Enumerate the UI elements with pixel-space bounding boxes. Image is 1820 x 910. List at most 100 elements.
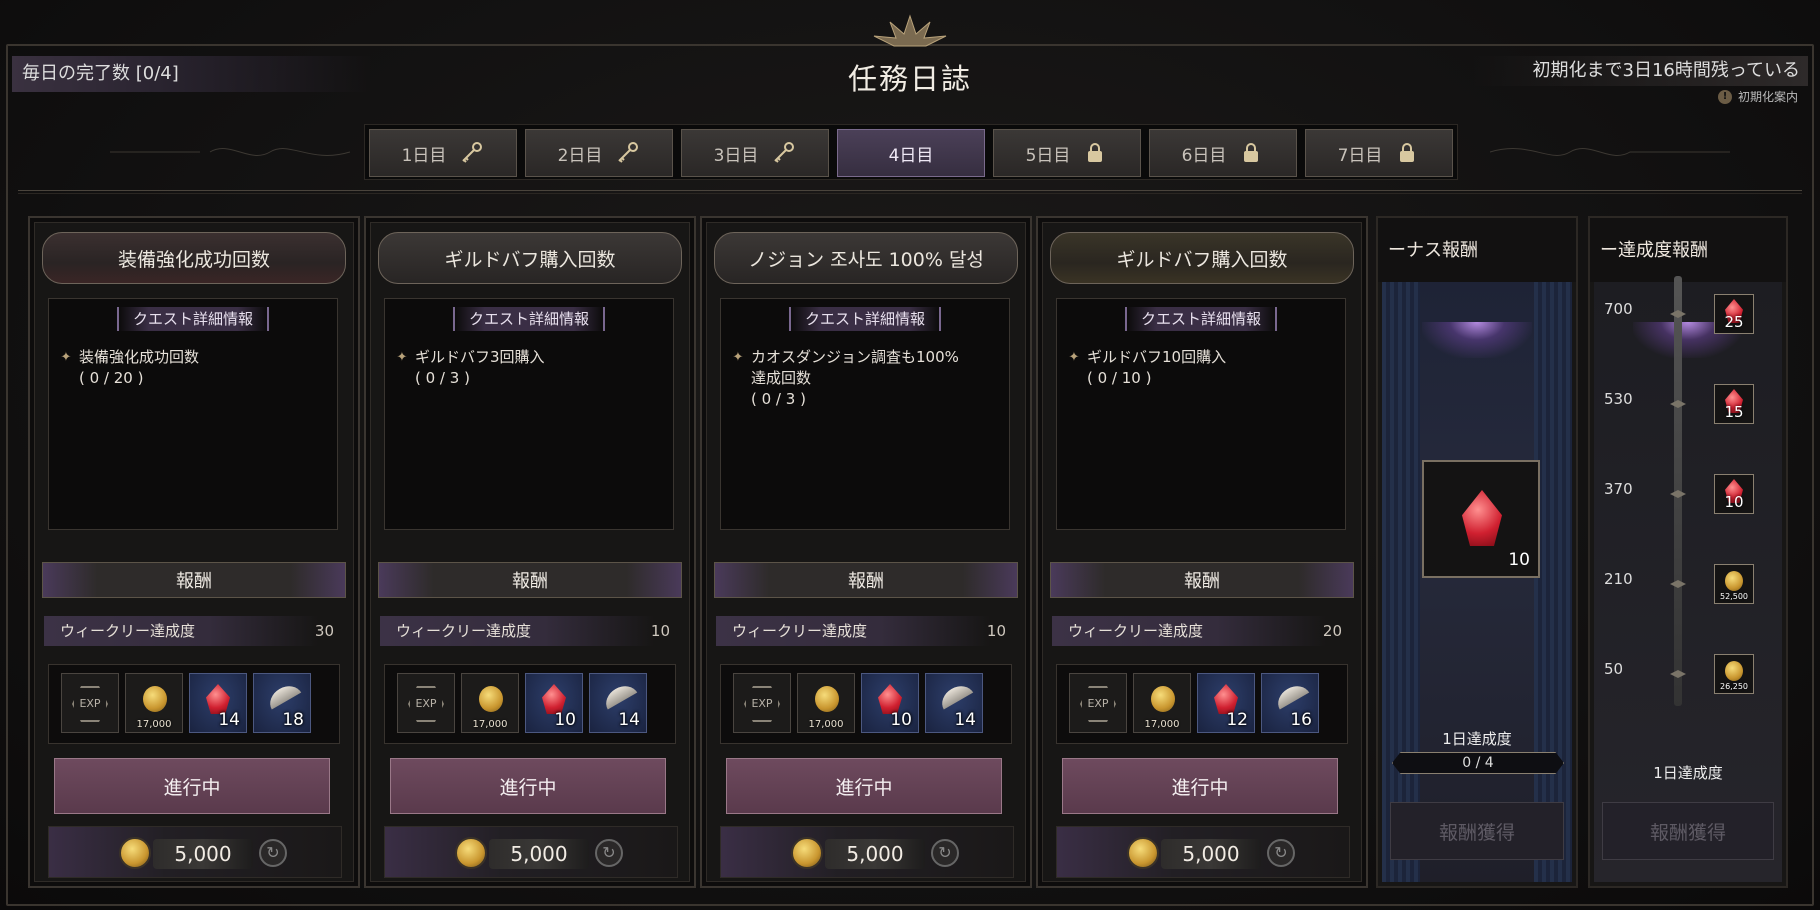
quest-detail-tag: クエスト詳細情報 xyxy=(1124,307,1278,331)
quest-detail-text: 装備強化成功回数 ( 0 / 20 ) xyxy=(79,348,200,387)
diamond-bullet-icon: ✦ xyxy=(60,350,72,365)
top-bar: 毎日の完了数 [0/4] 任務日誌 初期化まで3日16時間残っている ! 初期化… xyxy=(0,0,1820,112)
in-progress-button[interactable]: 進行中 xyxy=(1062,758,1338,814)
lock-icon xyxy=(1244,143,1259,162)
reward-item-gold[interactable]: 17,000 xyxy=(125,673,183,733)
refresh-icon[interactable]: ↻ xyxy=(1267,839,1295,867)
daily-achievement-label: 1日達成度 xyxy=(1653,764,1723,782)
diamond-bullet-icon: ✦ xyxy=(1068,350,1080,365)
weekly-achievement-value: 20 xyxy=(1322,622,1342,640)
tab-label: 3日目 xyxy=(713,145,759,166)
tab-day-5[interactable]: 5日目 xyxy=(993,129,1141,177)
quest-card-1: 装備強化成功回数 クエスト詳細情報 ✦ 装備強化成功回数 ( 0 / 20 ) 報… xyxy=(28,216,360,888)
reward-item-exp[interactable]: EXP xyxy=(733,673,791,733)
in-progress-button[interactable]: 進行中 xyxy=(54,758,330,814)
item-count: 26,250 xyxy=(1720,682,1748,691)
item-count: 52,500 xyxy=(1720,592,1748,601)
tab-label: 7日目 xyxy=(1337,145,1383,166)
tab-day-7[interactable]: 7日目 xyxy=(1305,129,1453,177)
bonus-reward-title: ーナス報酬 xyxy=(1378,218,1576,282)
quest-card-4: ギルドバフ購入回数 クエスト詳細情報 ✦ ギルドバフ10回購入 ( 0 / 10 … xyxy=(1036,216,1368,888)
bonus-reward-item[interactable]: 10 xyxy=(1422,460,1540,578)
exp-icon: EXP xyxy=(744,686,780,722)
scale-notch xyxy=(1670,670,1686,678)
daily-achievement-progress: 0 / 4 xyxy=(1392,752,1564,774)
item-count: 17,000 xyxy=(808,719,844,730)
reward-item-feather[interactable]: 18 xyxy=(253,673,311,733)
gold-coin-icon xyxy=(791,837,823,869)
reward-items: EXP 17,000 10 14 xyxy=(384,664,676,744)
reward-items: EXP 17,000 10 14 xyxy=(720,664,1012,744)
milestone-reward[interactable]: 25 xyxy=(1714,294,1754,334)
in-progress-button[interactable]: 進行中 xyxy=(726,758,1002,814)
purple-glow xyxy=(1422,322,1532,358)
quest-card-2: ギルドバフ購入回数 クエスト詳細情報 ✦ ギルドバフ3回購入 ( 0 / 3 ) … xyxy=(364,216,696,888)
gold-coin-icon xyxy=(455,837,487,869)
reward-item-gold[interactable]: 17,000 xyxy=(461,673,519,733)
item-count: 25 xyxy=(1724,313,1744,331)
quest-title-text: ノジョン 조사도 100% 달성 xyxy=(748,248,984,271)
reset-info-link[interactable]: ! 初期化案内 xyxy=(1717,88,1798,105)
refresh-icon[interactable]: ↻ xyxy=(595,839,623,867)
key-icon xyxy=(618,142,639,163)
item-count: 15 xyxy=(1724,403,1744,421)
tab-day-4[interactable]: 4日目 xyxy=(837,129,985,177)
tab-day-6[interactable]: 6日目 xyxy=(1149,129,1297,177)
quest-detail-row: ✦ カオスダンジョン調査も100% 達成回数 ( 0 / 3 ) xyxy=(731,347,1001,410)
milestone-reward[interactable]: 10 xyxy=(1714,474,1754,514)
milestone-reward[interactable]: 15 xyxy=(1714,384,1754,424)
reward-item-feather[interactable]: 16 xyxy=(1261,673,1319,733)
reward-item-gem[interactable]: 10 xyxy=(525,673,583,733)
tab-day-2[interactable]: 2日目 xyxy=(525,129,673,177)
gold-coin-icon xyxy=(1151,686,1175,712)
panel-stripe xyxy=(1534,282,1572,882)
reward-item-exp[interactable]: EXP xyxy=(397,673,455,733)
feather-icon xyxy=(936,680,974,710)
milestone-reward[interactable]: 52,500 xyxy=(1714,564,1754,604)
milestone-value: 50 xyxy=(1604,660,1624,678)
refresh-icon[interactable]: ↻ xyxy=(259,839,287,867)
tab-label: 4日目 xyxy=(888,145,934,166)
reward-item-feather[interactable]: 14 xyxy=(589,673,647,733)
quest-detail-box: クエスト詳細情報 ✦ ギルドバフ3回購入 ( 0 / 3 ) xyxy=(384,298,674,530)
reward-header: 報酬 xyxy=(378,562,682,598)
claim-reward-button[interactable]: 報酬獲得 xyxy=(1390,802,1564,860)
reward-item-feather[interactable]: 14 xyxy=(925,673,983,733)
quest-title: ギルドバフ購入回数 xyxy=(1050,232,1354,284)
reward-item-gem[interactable]: 12 xyxy=(1197,673,1255,733)
in-progress-button[interactable]: 進行中 xyxy=(390,758,666,814)
item-count: 12 xyxy=(1226,710,1248,730)
achievement-reward-title: ー達成度報酬 xyxy=(1590,218,1786,282)
reward-item-exp[interactable]: EXP xyxy=(1069,673,1127,733)
quest-detail-row: ✦ 装備強化成功回数 ( 0 / 20 ) xyxy=(59,347,329,389)
milestone-value: 530 xyxy=(1604,390,1633,408)
quest-detail-text: ギルドバフ3回購入 ( 0 / 3 ) xyxy=(415,348,545,387)
reward-header: 報酬 xyxy=(714,562,1018,598)
refresh-icon[interactable]: ↻ xyxy=(931,839,959,867)
reward-item-exp[interactable]: EXP xyxy=(61,673,119,733)
reward-item-gem[interactable]: 14 xyxy=(189,673,247,733)
claim-reward-button[interactable]: 報酬獲得 xyxy=(1602,802,1774,860)
exp-icon: EXP xyxy=(408,686,444,722)
gold-coin-icon xyxy=(119,837,151,869)
reward-item-gold[interactable]: 17,000 xyxy=(1133,673,1191,733)
quest-detail-box: クエスト詳細情報 ✦ 装備強化成功回数 ( 0 / 20 ) xyxy=(48,298,338,530)
weekly-achievement-label: ウィークリー達成度 xyxy=(1052,616,1326,646)
reward-item-gold[interactable]: 17,000 xyxy=(797,673,855,733)
reward-item-gem[interactable]: 10 xyxy=(861,673,919,733)
reset-info-label: 初期化案内 xyxy=(1737,90,1798,104)
item-count: 17,000 xyxy=(136,719,172,730)
milestone-reward[interactable]: 26,250 xyxy=(1714,654,1754,694)
exp-icon: EXP xyxy=(72,686,108,722)
tab-day-3[interactable]: 3日目 xyxy=(681,129,829,177)
weekly-achievement-value: 10 xyxy=(650,622,670,640)
milestone-value: 210 xyxy=(1604,570,1633,588)
item-count: 10 xyxy=(554,710,576,730)
tab-label: 5日目 xyxy=(1025,145,1071,166)
gold-coin-icon xyxy=(1127,837,1159,869)
cost-bar: 5,000 ↻ xyxy=(384,826,678,878)
item-count: 10 xyxy=(1508,550,1530,570)
tab-day-1[interactable]: 1日目 xyxy=(369,129,517,177)
left-flourish xyxy=(110,148,350,156)
quest-detail-tag: クエスト詳細情報 xyxy=(116,307,270,331)
